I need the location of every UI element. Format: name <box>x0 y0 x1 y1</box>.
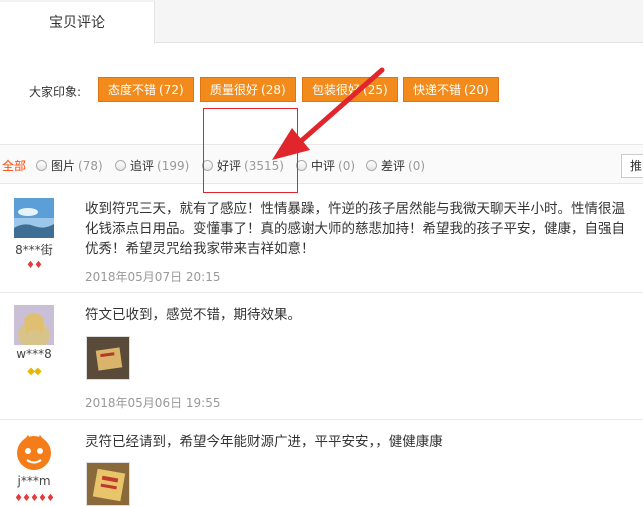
avatar[interactable] <box>14 432 54 472</box>
user-level-badge-icon: ♦♦ <box>26 260 43 271</box>
review-item: w***8 ◆◆ 符文已收到，感觉不错，期待效果。 2018年05月06日 19… <box>0 293 643 420</box>
avatar-default-icon <box>14 432 54 472</box>
user-level-badge-icon: ◆◆ <box>27 366 41 377</box>
review-line: 优秀！希望灵咒给我家带来吉祥如意！ <box>85 241 315 257</box>
avatar[interactable] <box>14 305 54 345</box>
review-line: 收到符咒三天，就有了感应！性情暴躁，忤逆的孩子居然能与我微天聊天半小时。性情很温 <box>85 201 625 217</box>
review-item: j***m ♦♦♦♦♦ 灵符已经请到，希望今年能财源广进，平平安安，，健健康康 <box>0 420 643 507</box>
review-text: 符文已收到，感觉不错，期待效果。 <box>85 305 643 325</box>
review-photo-thumbnail[interactable] <box>86 462 130 506</box>
avatar[interactable] <box>14 198 54 238</box>
user-level-badge-icon: ♦♦♦♦♦ <box>14 493 55 504</box>
review-username: j***m <box>17 474 51 488</box>
review-item: 8***街 ♦♦ 收到符咒三天，就有了感应！性情暴躁，忤逆的孩子居然能与我微天聊… <box>0 185 643 293</box>
review-text: 收到符咒三天，就有了感应！性情暴躁，忤逆的孩子居然能与我微天聊天半小时。性情很温… <box>85 199 643 259</box>
avatar-sky-icon <box>14 198 54 238</box>
review-line: 灵符已经请到，希望今年能财源广进，平平安安，，健健康康 <box>85 434 443 450</box>
photo-talisman-icon <box>87 337 129 379</box>
review-date: 2018年05月06日 19:55 <box>85 396 221 410</box>
review-line: 化钱添点日用品。变懂事了！真的感谢大师的慈悲加持！希望我的孩子平安，健康，自强自 <box>85 221 625 237</box>
review-photo-thumbnail[interactable] <box>86 336 130 380</box>
avatar-person-icon <box>14 305 54 345</box>
review-text: 灵符已经请到，希望今年能财源广进，平平安安，，健健康康 <box>85 432 643 452</box>
review-line: 符文已收到，感觉不错，期待效果。 <box>85 307 301 323</box>
photo-talisman-icon <box>87 463 129 505</box>
review-date: 2018年05月07日 20:15 <box>85 270 221 284</box>
review-username: w***8 <box>16 347 52 361</box>
review-username: 8***街 <box>15 243 53 257</box>
